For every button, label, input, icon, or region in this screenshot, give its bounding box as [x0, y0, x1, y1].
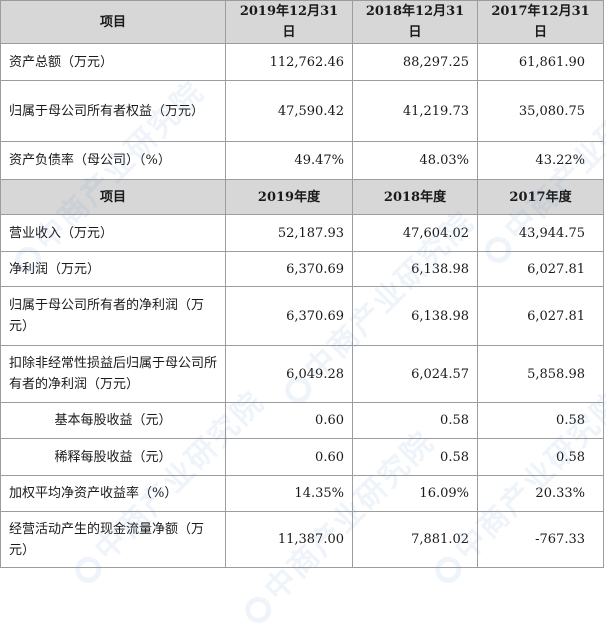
- table-row: 扣除非经常性损益后归属于母公司所有者的净利润（万元） 6,049.28 6,02…: [0, 345, 604, 403]
- header-2017: 2017年度: [477, 179, 604, 215]
- row-label: 经营活动产生的现金流量净额（万元）: [0, 511, 226, 568]
- header-item: 项目: [0, 179, 226, 215]
- cell-2017: 20.33%: [477, 475, 604, 512]
- cell-2018: 6,024.57: [352, 345, 478, 403]
- header-2017: 2017年12月31日: [477, 0, 604, 44]
- cell-2018: 0.58: [352, 402, 478, 439]
- cell-2017: 6,027.81: [477, 286, 604, 346]
- cell-2019: 6,370.69: [225, 251, 353, 287]
- cell-2019: 49.47%: [225, 141, 353, 180]
- header-2019: 2019年度: [225, 179, 353, 215]
- watermark-logo-icon: [239, 591, 277, 628]
- cell-2017: 0.58: [477, 438, 604, 476]
- cell-2018: 41,219.73: [352, 80, 478, 142]
- row-label: 净利润（万元）: [0, 251, 226, 287]
- header-item: 项目: [0, 0, 226, 44]
- financial-summary-table: 项目 2019年12月31日 2018年12月31日 2017年12月31日 资…: [0, 0, 604, 568]
- row-label: 基本每股收益（元）: [0, 402, 226, 439]
- cell-2017: 43.22%: [477, 141, 604, 180]
- cell-2017: 0.58: [477, 402, 604, 439]
- cell-2019: 52,187.93: [225, 214, 353, 252]
- cell-2018: 6,138.98: [352, 251, 478, 287]
- cell-2019: 47,590.42: [225, 80, 353, 142]
- row-label: 扣除非经常性损益后归属于母公司所有者的净利润（万元）: [0, 345, 226, 403]
- cell-2018: 16.09%: [352, 475, 478, 512]
- table-row: 营业收入（万元） 52,187.93 47,604.02 43,944.75: [0, 214, 604, 252]
- row-label: 营业收入（万元）: [0, 214, 226, 252]
- header-2019: 2019年12月31日: [225, 0, 353, 44]
- table-row: 加权平均净资产收益率（%） 14.35% 16.09% 20.33%: [0, 475, 604, 512]
- header-row-balance: 项目 2019年12月31日 2018年12月31日 2017年12月31日: [0, 0, 604, 44]
- cell-2019: 0.60: [225, 402, 353, 439]
- cell-2018: 6,138.98: [352, 286, 478, 346]
- cell-2018: 0.58: [352, 438, 478, 476]
- cell-2019: 112,762.46: [225, 43, 353, 81]
- row-label: 归属于母公司所有者权益（万元）: [0, 80, 226, 142]
- cell-2018: 7,881.02: [352, 511, 478, 568]
- row-label: 稀释每股收益（元）: [0, 438, 226, 476]
- cell-2018: 47,604.02: [352, 214, 478, 252]
- cell-2019: 0.60: [225, 438, 353, 476]
- header-row-income: 项目 2019年度 2018年度 2017年度: [0, 179, 604, 215]
- cell-2019: 14.35%: [225, 475, 353, 512]
- cell-2019: 6,049.28: [225, 345, 353, 403]
- cell-2017: -767.33: [477, 511, 604, 568]
- cell-2017: 35,080.75: [477, 80, 604, 142]
- row-label: 归属于母公司所有者的净利润（万元）: [0, 286, 226, 346]
- table-row: 经营活动产生的现金流量净额（万元） 11,387.00 7,881.02 -76…: [0, 511, 604, 568]
- table-row: 归属于母公司所有者的净利润（万元） 6,370.69 6,138.98 6,02…: [0, 286, 604, 346]
- cell-2019: 11,387.00: [225, 511, 353, 568]
- header-2018: 2018年12月31日: [352, 0, 478, 44]
- row-label: 资产负债率（母公司）（%）: [0, 141, 226, 180]
- table-row: 资产总额（万元） 112,762.46 88,297.25 61,861.90: [0, 43, 604, 81]
- cell-2019: 6,370.69: [225, 286, 353, 346]
- table-row: 归属于母公司所有者权益（万元） 47,590.42 41,219.73 35,0…: [0, 80, 604, 142]
- header-2018: 2018年度: [352, 179, 478, 215]
- cell-2017: 5,858.98: [477, 345, 604, 403]
- table-row: 净利润（万元） 6,370.69 6,138.98 6,027.81: [0, 251, 604, 287]
- cell-2018: 88,297.25: [352, 43, 478, 81]
- table-row: 稀释每股收益（元） 0.60 0.58 0.58: [0, 438, 604, 476]
- cell-2017: 43,944.75: [477, 214, 604, 252]
- cell-2018: 48.03%: [352, 141, 478, 180]
- cell-2017: 61,861.90: [477, 43, 604, 81]
- row-label: 加权平均净资产收益率（%）: [0, 475, 226, 512]
- row-label: 资产总额（万元）: [0, 43, 226, 81]
- cell-2017: 6,027.81: [477, 251, 604, 287]
- table-row: 基本每股收益（元） 0.60 0.58 0.58: [0, 402, 604, 439]
- financial-summary-sheet: 项目 2019年12月31日 2018年12月31日 2017年12月31日 资…: [0, 0, 606, 628]
- table-row: 资产负债率（母公司）（%） 49.47% 48.03% 43.22%: [0, 141, 604, 180]
